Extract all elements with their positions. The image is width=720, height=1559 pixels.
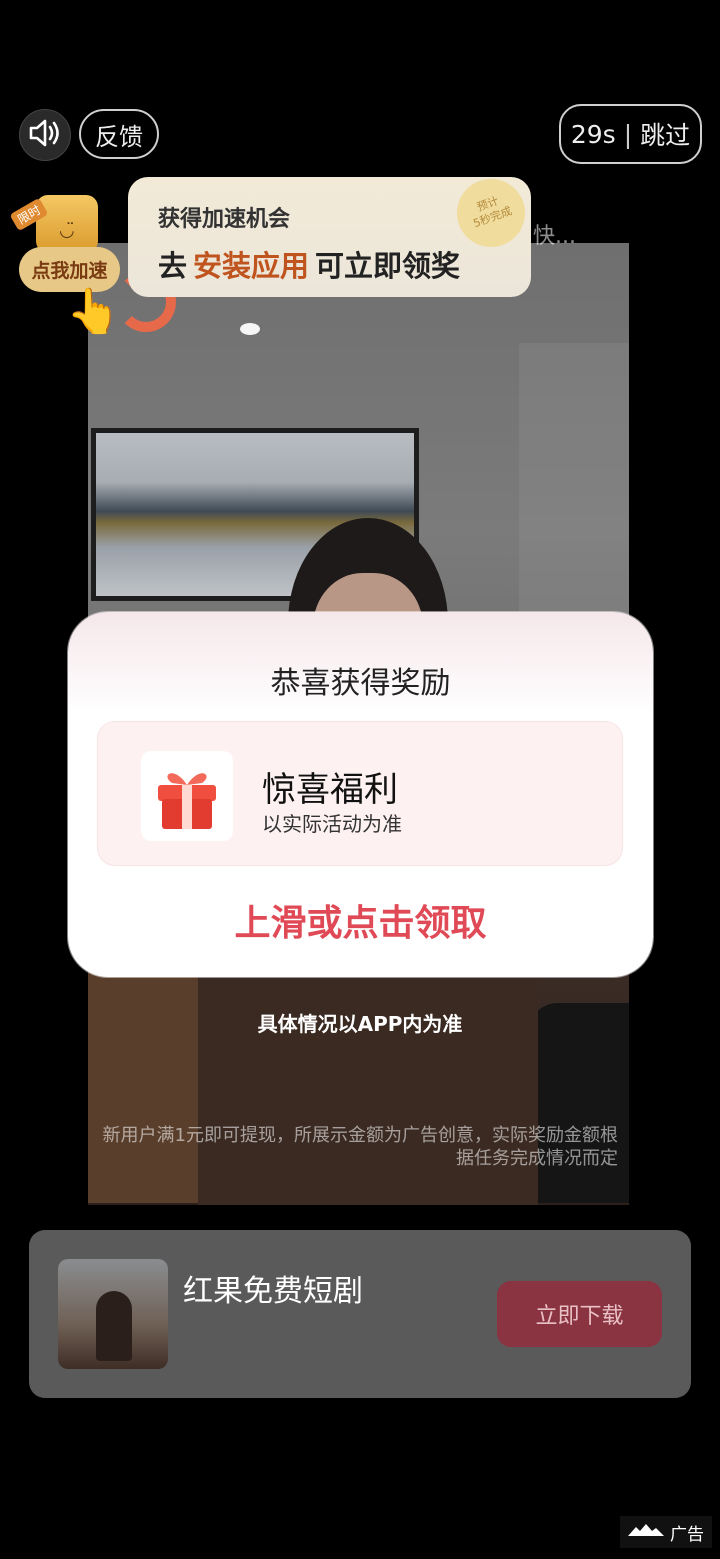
estimate-seal: 预计 5秒完成 xyxy=(447,169,535,257)
ceiling-light xyxy=(240,323,260,335)
app-note: 具体情况以APP内为准 xyxy=(257,1012,463,1036)
gift-icon xyxy=(141,751,233,841)
claim-button[interactable]: 上滑或点击领取 xyxy=(68,894,653,946)
feedback-button[interactable]: 反馈 xyxy=(79,109,159,159)
video-disclaimer: 新用户满1元即可提现，所展示金额为广告创意，实际奖励金额根据任务完成情况而定 xyxy=(102,1125,618,1169)
skip-label: 跳过 xyxy=(640,121,691,150)
reward-popup[interactable]: 恭喜获得奖励 惊喜福利 以实际活动为准 上滑或点击领取 xyxy=(68,612,653,977)
speaker-icon xyxy=(28,118,62,152)
app-download-card[interactable]: 红果免费短剧 立即下载 xyxy=(29,1230,691,1398)
banner-message: 去安装应用 可立即领奖 xyxy=(158,243,460,285)
ad-label: 广告 xyxy=(620,1516,712,1548)
app-name: 红果免费短剧 xyxy=(183,1274,363,1309)
sound-toggle-button[interactable] xyxy=(19,109,71,161)
accelerate-banner[interactable]: 获得加速机会 去安装应用 可立即领奖 预计 5秒完成 xyxy=(128,169,535,297)
pointing-hand-icon: 👆 xyxy=(66,286,121,337)
app-thumbnail xyxy=(58,1259,168,1369)
wall-panel xyxy=(519,343,629,623)
reward-name: 惊喜福利 xyxy=(262,770,398,810)
banner-prefix: 去 xyxy=(158,249,188,283)
smile-icon: ◡̈ xyxy=(59,220,75,241)
ad-logo-icon xyxy=(628,1522,664,1542)
banner-overflow-text: 快... xyxy=(533,224,576,249)
banner-suffix: 可立即领奖 xyxy=(315,249,461,283)
thumbnail-person xyxy=(96,1291,132,1361)
separator: | xyxy=(623,119,633,149)
reward-title: 恭喜获得奖励 xyxy=(270,666,451,701)
countdown-text: 29s xyxy=(570,119,616,149)
banner-title: 获得加速机会 xyxy=(158,207,291,232)
reward-item: 惊喜福利 以实际活动为准 xyxy=(97,721,623,866)
reward-subtitle: 以实际活动为准 xyxy=(262,812,402,836)
download-button[interactable]: 立即下载 xyxy=(497,1281,662,1347)
skip-button[interactable]: 29s | 跳过 xyxy=(559,104,702,164)
ad-label-text: 广告 xyxy=(670,1524,704,1545)
banner-highlight: 安装应用 xyxy=(193,249,310,283)
